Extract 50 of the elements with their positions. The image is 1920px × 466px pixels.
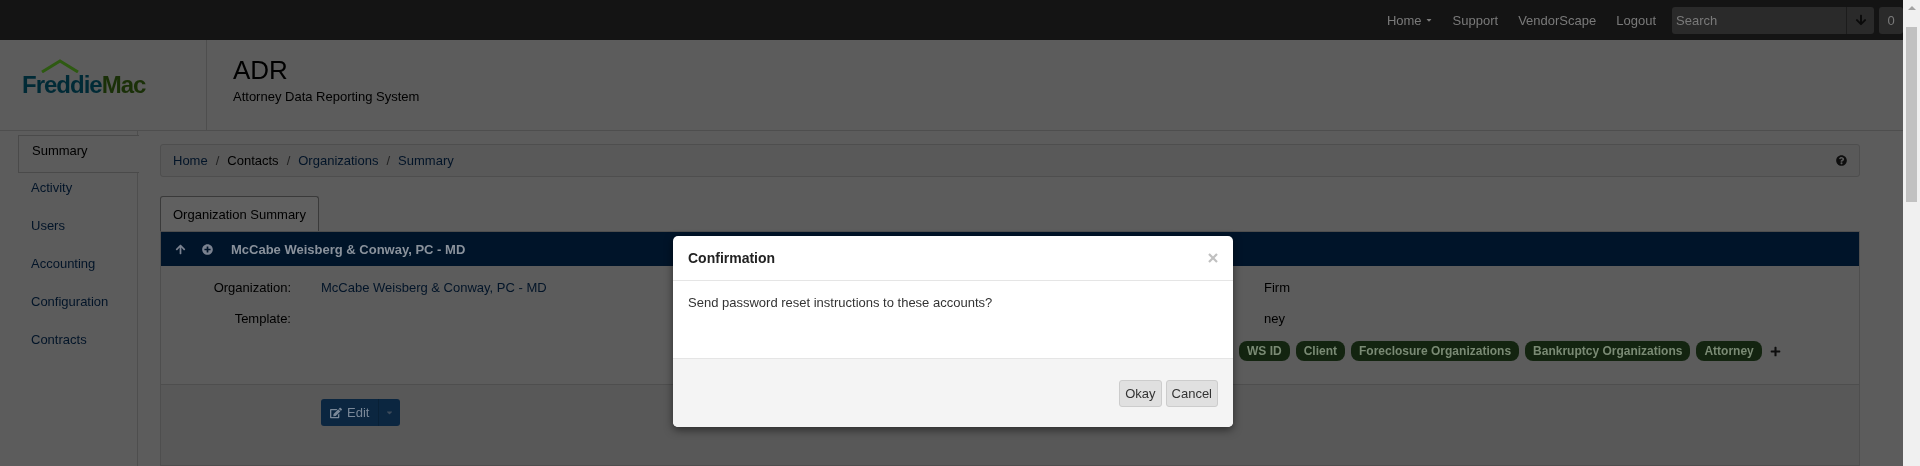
caret-icon xyxy=(385,408,395,417)
sidebar-item[interactable]: Contracts xyxy=(18,325,137,363)
field-value: ney xyxy=(1264,310,1285,328)
edit-button[interactable]: Edit xyxy=(321,399,379,426)
nav-link[interactable]: VendorScape xyxy=(1508,12,1607,28)
field-label: Template: xyxy=(233,310,291,328)
breadcrumb-link[interactable]: Home xyxy=(173,153,208,168)
dialog-button[interactable]: Cancel xyxy=(1165,379,1218,407)
caret-icon xyxy=(1424,16,1433,24)
app-title: ADR xyxy=(233,54,289,86)
field-label: Organization: xyxy=(212,279,291,297)
breadcrumb-link[interactable]: Summary xyxy=(398,153,454,168)
breadcrumb-link[interactable]: Organizations xyxy=(298,153,379,168)
tag: Bankruptcy Organizations xyxy=(1525,341,1691,361)
tag: Attorney xyxy=(1696,341,1762,361)
field-value-link[interactable]: McCabe Weisberg & Conway, PC - MD xyxy=(321,272,547,303)
roof-icon xyxy=(40,59,80,73)
breadcrumb-current: Contacts xyxy=(227,153,279,168)
help-icon[interactable] xyxy=(1836,155,1847,166)
edit-icon xyxy=(330,406,342,419)
dialog-button[interactable]: Okay xyxy=(1119,379,1162,407)
organization-title: McCabe Weisberg & Conway, PC - MD xyxy=(231,241,466,257)
notification-count[interactable]: 0 xyxy=(1879,6,1903,34)
app-subtitle: Attorney Data Reporting System xyxy=(233,89,420,104)
dropdown-button[interactable] xyxy=(378,399,401,426)
logo: FreddieMac xyxy=(22,71,146,99)
close-icon[interactable] xyxy=(1208,253,1218,263)
field-value: Firm xyxy=(1264,279,1290,297)
sidebar-item[interactable]: Activity xyxy=(18,173,137,211)
dialog-title: Confirmation xyxy=(688,250,776,266)
sidebar-item[interactable]: Configuration xyxy=(18,287,137,325)
sidebar-item[interactable]: Summary xyxy=(18,135,139,173)
search-field[interactable]: Search xyxy=(1672,6,1846,34)
arrow-up-icon[interactable] xyxy=(175,243,186,255)
tag: Foreclosure Organizations xyxy=(1351,341,1520,361)
nav-link[interactable]: Support xyxy=(1442,12,1509,28)
add-icon[interactable] xyxy=(1769,345,1781,357)
arrow-down-icon xyxy=(1854,14,1867,26)
scrollbar[interactable] xyxy=(1903,0,1920,466)
tag: Client xyxy=(1295,341,1345,361)
sidebar-item[interactable]: Users xyxy=(18,211,137,249)
breadcrumb-separator: / xyxy=(214,153,221,168)
dialog-message: Send password reset instructions to these accounts? xyxy=(688,295,993,310)
breadcrumb-separator: / xyxy=(385,153,392,168)
nav-link[interactable]: Logout xyxy=(1606,12,1666,28)
breadcrumb-separator: / xyxy=(285,153,292,168)
tag: WS ID xyxy=(1239,341,1290,361)
nav-link[interactable]: Home xyxy=(1376,12,1443,28)
tab[interactable]: Organization Summary xyxy=(160,196,319,231)
sidebar-item[interactable]: Accounting xyxy=(18,249,137,287)
